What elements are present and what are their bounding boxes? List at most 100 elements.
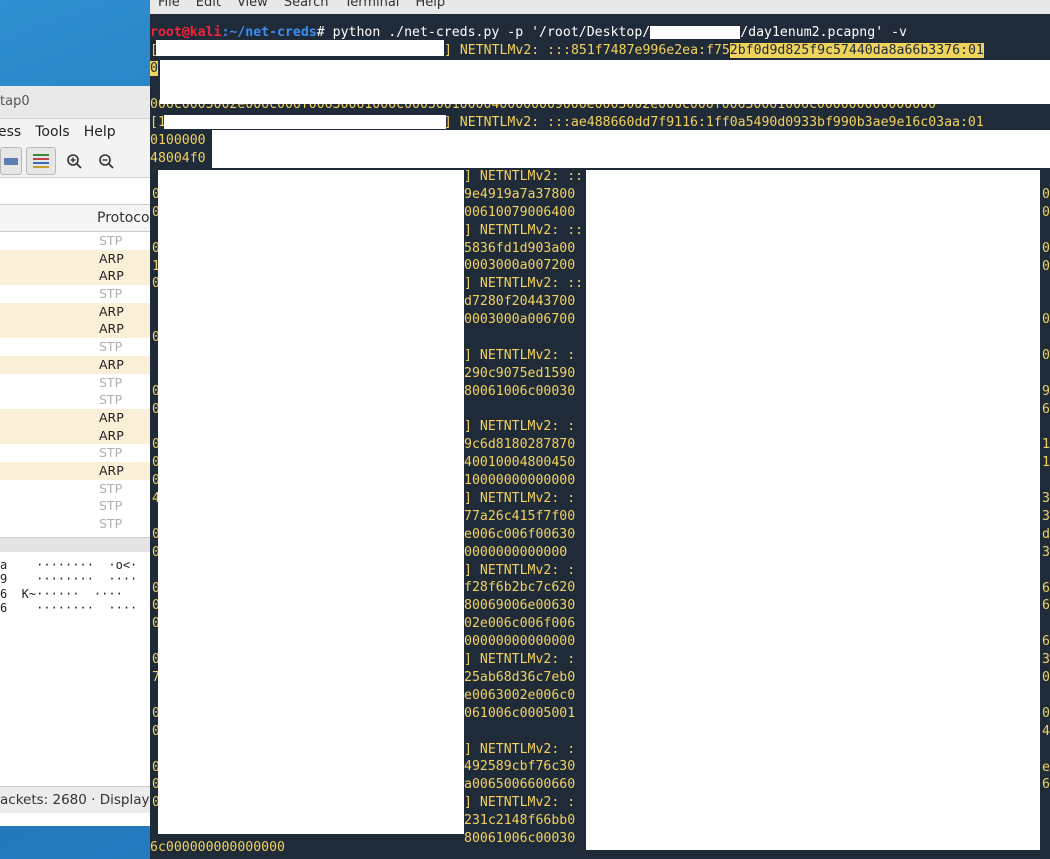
packet-count-status: ackets: 2680 · Displayed — [0, 792, 160, 808]
hash-fragment-line: ] NETNTLMv2: :: — [464, 276, 584, 292]
wireshark-toolbar — [0, 145, 160, 178]
command-text-b: /day1enum2.pcapng' -v — [740, 25, 907, 40]
highlighted-hash-cont: 0 — [150, 61, 158, 76]
output-line: 0100000 — [150, 133, 206, 148]
packet-row[interactable]: ARP — [0, 267, 160, 286]
terminal-output[interactable]: root@kali:~/net-creds# python ./net-cred… — [150, 22, 1050, 859]
redacted-path-segment — [650, 25, 741, 39]
edge-fragment-line — [1042, 741, 1050, 759]
hash-fragment-line: 00610079006400 — [464, 204, 576, 220]
edge-fragment-line: 64 — [1042, 777, 1050, 793]
edge-fragment-line: 63 — [1042, 580, 1050, 596]
edge-fragment-line — [1042, 562, 1050, 580]
display-filter-input[interactable] — [0, 180, 160, 205]
menu-edit[interactable]: Edit — [196, 0, 221, 14]
hash-fragment-line: ] NETNTLMv2: : — [464, 491, 576, 507]
edge-fragment-line — [1042, 365, 1050, 383]
packet-row[interactable]: STP — [0, 373, 160, 392]
packet-list-scrollbar[interactable] — [0, 536, 160, 552]
hash-fragment-line: 10000000000000 — [464, 473, 576, 489]
hash-fragment-line: 77a26c415f7f00 — [464, 508, 576, 524]
zoom-out-icon[interactable] — [92, 148, 120, 174]
redaction-box — [158, 170, 464, 834]
packet-row[interactable]: ARP — [0, 426, 160, 445]
hash-fragment-line: ] NETNTLMv2: : — [464, 419, 576, 435]
hash-fragment-line: 02e006c006f006 — [464, 616, 576, 632]
packet-row[interactable]: STP — [0, 444, 160, 462]
hash-fragment-line: 9e4919a7a37800 — [464, 186, 576, 202]
menu-ess[interactable]: ess — [0, 124, 21, 140]
edge-fragment-line: 0 — [1042, 240, 1050, 256]
edge-fragment-line — [1042, 222, 1050, 240]
hash-fragment-line: 061006c0005001 — [464, 705, 576, 721]
packet-row[interactable]: ARP — [0, 302, 160, 321]
hash-fragment-line: d7280f20443700 — [464, 294, 576, 310]
hash-fragment-line: 25ab68d36c7eb0 — [464, 669, 576, 685]
edge-fragment-line — [1042, 419, 1050, 437]
menu-search[interactable]: Search — [284, 0, 329, 14]
edge-fragment-line: 0 — [1042, 670, 1050, 686]
packet-row[interactable]: ARP — [0, 355, 160, 374]
edge-fragment-line: 6a — [1042, 401, 1050, 417]
ntlm-line: ] NETNTLMv2: :::ae488660dd7f9116:1ff0a54… — [443, 115, 984, 130]
hash-fragment-line: ] NETNTLMv2: :: — [464, 169, 584, 184]
wireshark-title: tap0 — [0, 94, 30, 109]
hash-fragment-line: ] NETNTLMv2: : — [464, 347, 576, 363]
packet-row[interactable]: ARP — [0, 461, 160, 480]
prompt-path: :~/net-creds — [221, 25, 317, 40]
packet-row[interactable]: STP — [0, 285, 160, 303]
hash-fragment-line — [464, 329, 583, 347]
ntlm-line: ] NETNTLMv2: :::851f7487e996e2ea:f75 — [443, 43, 730, 58]
colorize-icon[interactable] — [26, 147, 56, 175]
menu-help[interactable]: Help — [415, 0, 445, 14]
hash-fragment-line: 0003000a007200 — [464, 258, 576, 274]
hash-fragment-line: 80069006e00630 — [464, 598, 576, 614]
hash-fragment-line: ] NETNTLMv2: : — [464, 652, 576, 668]
packet-row[interactable]: STP — [0, 497, 160, 515]
menu-view[interactable]: View — [237, 0, 268, 14]
edge-fragment-line: 3 — [1042, 491, 1050, 507]
redaction-box — [160, 60, 1050, 104]
redaction-box — [156, 40, 444, 56]
output-line: 6c000000000000000 — [150, 840, 285, 855]
edge-fragment-line — [1042, 794, 1050, 812]
edge-fragment-line: 0 — [1042, 204, 1050, 220]
packet-row[interactable]: STP — [0, 232, 160, 250]
redaction-box — [586, 170, 1040, 850]
edge-fragment-line: 0 — [1042, 258, 1050, 274]
packet-row[interactable]: ARP — [0, 320, 160, 339]
hash-fragment-line: 0003000a006700 — [464, 312, 576, 328]
hash-fragment-line: 00000000000000 — [464, 634, 576, 650]
hash-fragment-line: 290c9075ed1590 — [464, 365, 576, 381]
packet-row[interactable]: STP — [0, 338, 160, 356]
packet-row[interactable]: ARP — [0, 249, 160, 268]
menu-terminal[interactable]: Terminal — [344, 0, 399, 14]
packet-row[interactable]: STP — [0, 515, 160, 533]
autoscroll-icon[interactable] — [0, 147, 22, 175]
packet-row[interactable]: STP — [0, 479, 160, 498]
hash-fragment-line: e006c006f00630 — [464, 526, 576, 542]
packet-list-header[interactable]: Protoco — [0, 205, 160, 232]
protocol-column-header[interactable]: Protoco — [97, 210, 150, 226]
menu-file[interactable]: File — [158, 0, 180, 14]
zoom-in-icon[interactable] — [60, 148, 88, 174]
packet-row[interactable]: ARP — [0, 408, 160, 427]
edge-fragment-line: 9 — [1042, 383, 1050, 399]
packet-row[interactable]: STP — [0, 391, 160, 409]
edge-fragment-line: 1 — [1042, 437, 1050, 453]
prompt-user: root@kali — [150, 25, 222, 40]
edge-fragment-line — [1042, 329, 1050, 347]
edge-fragment-line: 3 — [1042, 652, 1050, 668]
edge-fragment-line: e — [1042, 759, 1050, 775]
edge-fragment-line — [1042, 472, 1050, 490]
menu-tools[interactable]: Tools — [35, 124, 70, 140]
wireshark-statusbar: ackets: 2680 · Displayed — [0, 786, 160, 813]
terminal-menubar: File Edit View Search Terminal Help — [150, 0, 1050, 14]
hash-fragment-line: 5836fd1d903a00 — [464, 240, 576, 256]
menu-help[interactable]: Help — [84, 124, 116, 140]
bytes-line: 6 K~······ ···· — [0, 586, 123, 601]
edge-fragment-line: 3 — [1042, 544, 1050, 560]
hash-fragment-line: a0065006600660 — [464, 777, 576, 793]
hash-fragment-line: ] NETNTLMv2: :: — [464, 222, 584, 238]
edge-fragment-line: 0 — [1042, 312, 1050, 328]
